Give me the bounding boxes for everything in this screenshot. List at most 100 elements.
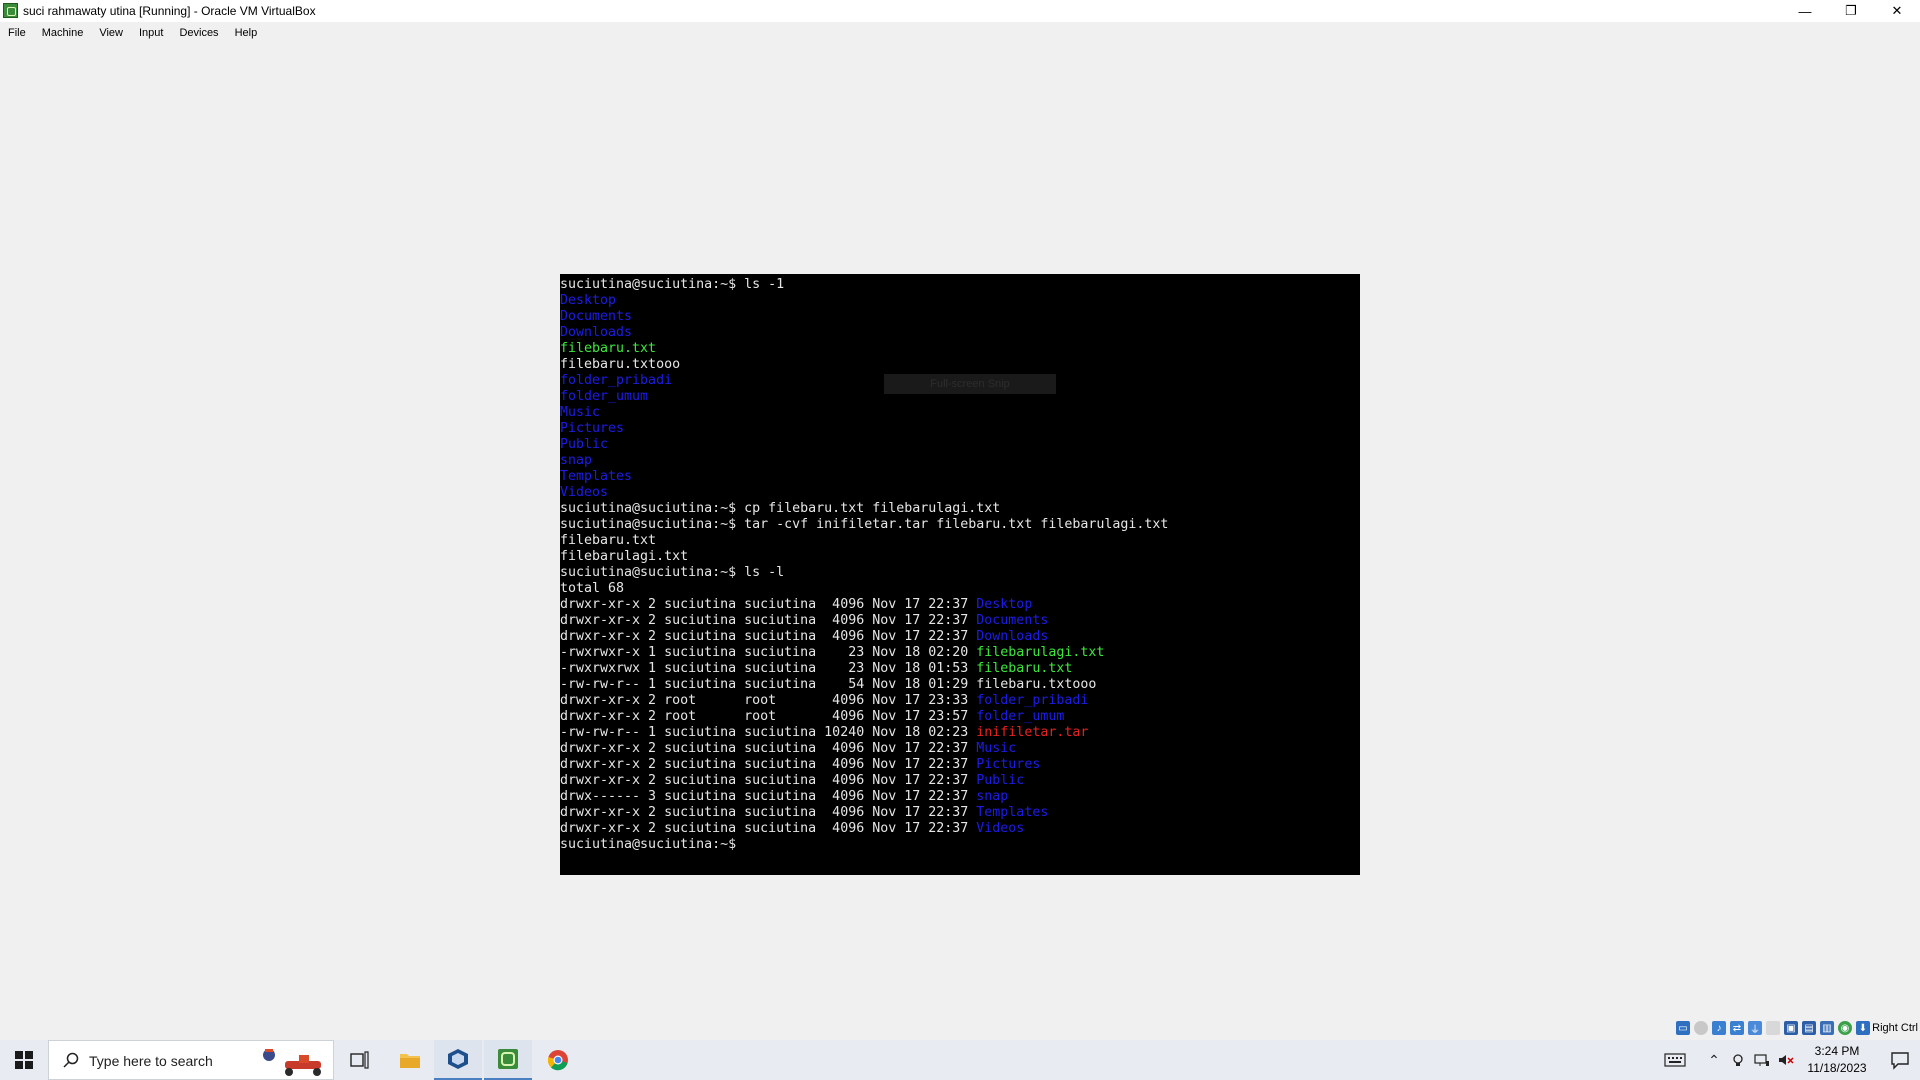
hard-disk-icon[interactable]: ▭ <box>1676 1021 1690 1035</box>
show-hidden-icons-button[interactable]: ⌃ <box>1704 1050 1724 1070</box>
menu-file[interactable]: File <box>0 27 34 39</box>
notification-center-button[interactable] <box>1890 1050 1910 1070</box>
volume-muted-icon[interactable] <box>1776 1050 1796 1070</box>
terminal-line: Videos <box>560 485 1168 501</box>
clock-date: 11/18/2023 <box>1807 1061 1867 1075</box>
task-view-button[interactable] <box>336 1040 384 1080</box>
audio-icon[interactable]: ♪ <box>1712 1021 1726 1035</box>
search-icon <box>63 1052 79 1068</box>
file-explorer-icon <box>400 1054 420 1068</box>
terminal-exe-entry: filebaru.txt <box>560 341 657 356</box>
terminal-line: drwxr-xr-x 2 suciutina suciutina 4096 No… <box>560 741 1168 757</box>
system-tray: ⌃ 3:24 PM 11/18/2023 <box>1640 1040 1920 1080</box>
terminal-line: drwxr-xr-x 2 suciutina suciutina 4096 No… <box>560 757 1168 773</box>
terminal-dir-entry: Templates <box>976 805 1049 820</box>
cpu-icon[interactable]: ▥ <box>1820 1021 1834 1035</box>
terminal-text: drwxr-xr-x 2 suciutina suciutina 4096 No… <box>560 805 977 820</box>
virtualbox-manager-button[interactable] <box>434 1040 482 1080</box>
network-icon[interactable]: ⇄ <box>1730 1021 1744 1035</box>
close-button[interactable]: ✕ <box>1874 0 1920 22</box>
start-button[interactable] <box>0 1040 47 1080</box>
window-titlebar: suci rahmawaty utina [Running] - Oracle … <box>0 0 1920 22</box>
terminal-dir-entry: folder_umum <box>560 389 649 404</box>
terminal-output: suciutina@suciutina:~$ ls -1 Desktop Docum… <box>560 277 1168 853</box>
menu-input[interactable]: Input <box>131 27 171 39</box>
terminal-dir-entry: Desktop <box>976 597 1033 612</box>
menu-machine[interactable]: Machine <box>34 27 92 39</box>
terminal-dir-entry: Public <box>560 437 609 452</box>
terminal-exe-entry: filebarulagi.txt <box>976 645 1105 660</box>
snip-overlay-label: Full-screen Snip <box>884 374 1056 394</box>
meet-now-icon[interactable] <box>1728 1050 1748 1070</box>
usb-icon[interactable]: ⏚ <box>1748 1021 1762 1036</box>
terminal-dir-entry: snap <box>976 789 1009 804</box>
terminal-text: suciutina@suciutina:~$ <box>560 837 745 852</box>
terminal-line: drwxr-xr-x 2 suciutina suciutina 4096 No… <box>560 821 1168 837</box>
menubar: File Machine View Input Devices Help <box>0 22 1920 44</box>
display-icon[interactable]: ▣ <box>1784 1021 1798 1035</box>
search-placeholder: Type here to search <box>89 1053 213 1069</box>
shared-folders-icon[interactable] <box>1766 1021 1780 1035</box>
taskbar-search-box[interactable]: Type here to search <box>48 1040 334 1080</box>
vm-display[interactable]: suciutina@suciutina:~$ ls -1 Desktop Docum… <box>0 44 1920 1030</box>
terminal-text: suciutina@suciutina:~$ cp filebaru.txt f… <box>560 501 1001 516</box>
terminal-dir-entry: Downloads <box>560 325 633 340</box>
terminal-line: drwxr-xr-x 2 suciutina suciutina 4096 No… <box>560 805 1168 821</box>
terminal-dir-entry: Pictures <box>560 421 625 436</box>
terminal-dir-entry: Public <box>976 773 1025 788</box>
restore-button[interactable]: ❐ <box>1828 0 1874 22</box>
terminal-text: drwxr-xr-x 2 root root 4096 Nov 17 23:57 <box>560 709 977 724</box>
minimize-button[interactable]: — <box>1782 0 1828 22</box>
terminal-text: -rw-rw-r-- 1 suciutina suciutina 10240 N… <box>560 725 977 740</box>
terminal-text: -rwxrwxrwx 1 suciutina suciutina 23 Nov … <box>560 661 977 676</box>
menu-help[interactable]: Help <box>227 27 266 39</box>
terminal-dir-entry: Desktop <box>560 293 617 308</box>
terminal-line: drwxr-xr-x 2 suciutina suciutina 4096 No… <box>560 629 1168 645</box>
keyboard-capture-icon[interactable]: ⬇ <box>1856 1021 1870 1035</box>
terminal-dir-entry: Music <box>976 741 1017 756</box>
terminal-dir-entry: Downloads <box>976 629 1049 644</box>
terminal-line: suciutina@suciutina:~$ <box>560 837 1168 853</box>
terminal-dir-entry: Documents <box>976 613 1049 628</box>
terminal-line: filebaru.txtooo <box>560 357 1168 373</box>
optical-drive-icon[interactable] <box>1694 1021 1708 1035</box>
terminal-line: Music <box>560 405 1168 421</box>
terminal-line: -rw-rw-r-- 1 suciutina suciutina 10240 N… <box>560 725 1168 741</box>
terminal-text: drwxr-xr-x 2 suciutina suciutina 4096 No… <box>560 821 977 836</box>
terminal-dir-entry: Templates <box>560 469 633 484</box>
menu-devices[interactable]: Devices <box>171 27 226 39</box>
terminal-text: drwxr-xr-x 2 suciutina suciutina 4096 No… <box>560 613 977 628</box>
terminal-text: -rw-rw-r-- 1 suciutina suciutina 54 Nov … <box>560 677 977 692</box>
clock-time: 3:24 PM <box>1814 1044 1860 1058</box>
network-status-icon[interactable] <box>1752 1050 1772 1070</box>
terminal-line: -rw-rw-r-- 1 suciutina suciutina 54 Nov … <box>560 677 1168 693</box>
vm-running-button[interactable] <box>484 1040 532 1080</box>
terminal-text: filebaru.txtooo <box>560 357 681 372</box>
terminal-text: drwxr-xr-x 2 suciutina suciutina 4096 No… <box>560 597 977 612</box>
terminal-text: filebarulagi.txt <box>560 549 689 564</box>
terminal-line: drwxr-xr-x 2 suciutina suciutina 4096 No… <box>560 613 1168 629</box>
chrome-button[interactable] <box>534 1040 582 1080</box>
terminal-line: Desktop <box>560 293 1168 309</box>
mouse-integration-icon[interactable]: ◉ <box>1838 1021 1852 1035</box>
terminal-line: -rwxrwxrwx 1 suciutina suciutina 23 Nov … <box>560 661 1168 677</box>
recording-icon[interactable]: ▤ <box>1802 1021 1816 1035</box>
file-explorer-button[interactable] <box>386 1040 434 1080</box>
terminal-dir-entry: Music <box>560 405 601 420</box>
terminal-line: filebaru.txt <box>560 533 1168 549</box>
terminal-text: filebaru.txt <box>560 533 657 548</box>
terminal-exe-entry: filebaru.txt <box>976 661 1073 676</box>
vm-running-icon <box>498 1049 518 1069</box>
menu-view[interactable]: View <box>91 27 131 39</box>
terminal-text: suciutina@suciutina:~$ tar -cvf inifilet… <box>560 517 1169 532</box>
terminal-text: -rwxrwxr-x 1 suciutina suciutina 23 Nov … <box>560 645 977 660</box>
taskbar-clock[interactable]: 3:24 PM 11/18/2023 <box>1804 1043 1870 1077</box>
terminal-line: Pictures <box>560 421 1168 437</box>
terminal-dir-entry: snap <box>560 453 593 468</box>
host-key-label: Right Ctrl <box>1872 1022 1918 1034</box>
windows-logo-icon <box>14 1051 33 1069</box>
terminal-line: suciutina@suciutina:~$ ls -l <box>560 565 1168 581</box>
keyboard-layout-icon[interactable] <box>1662 1050 1688 1070</box>
terminal-text: drwxr-xr-x 2 suciutina suciutina 4096 No… <box>560 773 977 788</box>
terminal-console[interactable]: suciutina@suciutina:~$ ls -1 Desktop Docum… <box>560 274 1360 875</box>
